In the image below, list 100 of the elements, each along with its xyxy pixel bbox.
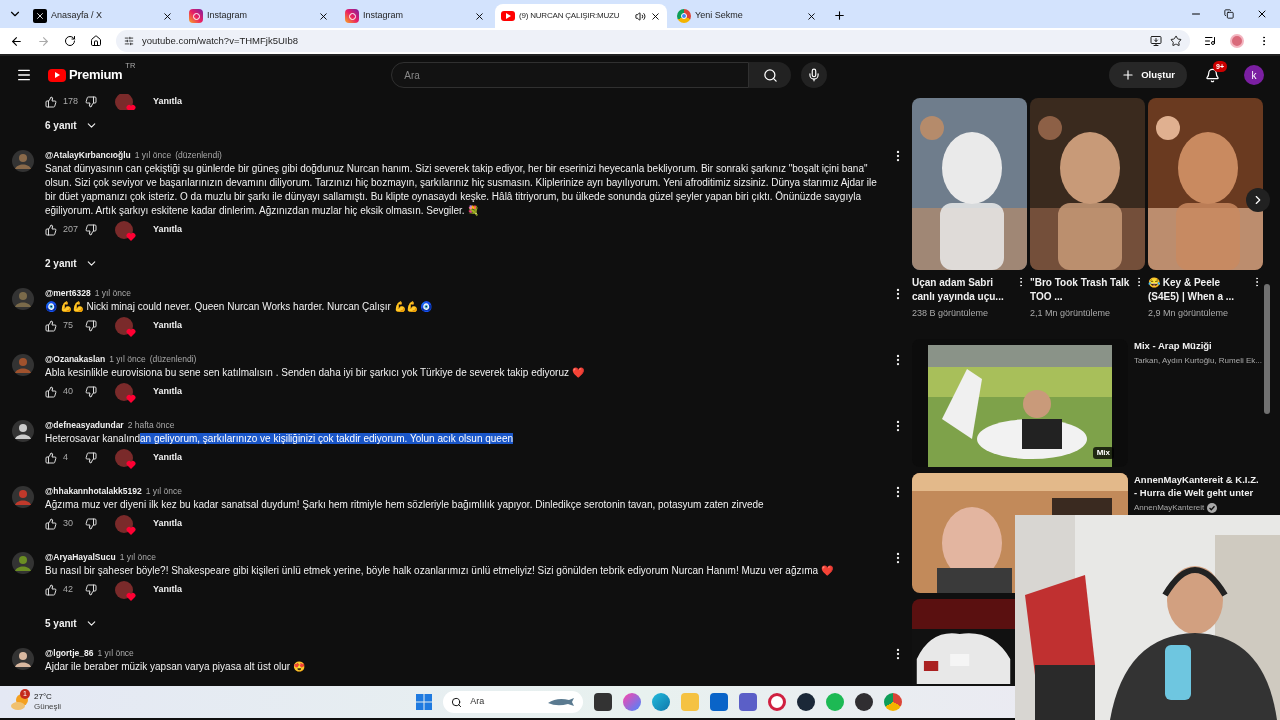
like-icon[interactable] <box>45 518 57 530</box>
like-icon[interactable] <box>45 320 57 332</box>
close-icon[interactable] <box>1256 8 1268 20</box>
browser-tab[interactable]: Yeni Sekme <box>671 4 823 28</box>
comment-time[interactable]: 2 hafta önce <box>127 418 175 432</box>
dislike-icon[interactable] <box>85 518 97 530</box>
youtube-logo-icon[interactable] <box>48 68 66 82</box>
dislike-icon[interactable] <box>85 584 97 596</box>
comment-time[interactable]: 1 yıl önce <box>145 484 183 498</box>
reply-button[interactable]: Yanıtla <box>153 385 182 399</box>
create-button[interactable]: Oluştur <box>1109 62 1187 88</box>
x-logo-icon <box>33 9 47 23</box>
search-button[interactable] <box>749 62 792 88</box>
like-count: 178 <box>63 95 79 109</box>
back-icon[interactable] <box>10 34 23 48</box>
reply-button[interactable]: Yanıtla <box>153 223 182 237</box>
dislike-icon[interactable] <box>85 320 97 332</box>
temperature: 27°C <box>34 692 53 702</box>
task-view-icon[interactable] <box>594 693 613 711</box>
opera-icon[interactable] <box>768 693 787 711</box>
comment-time[interactable]: 1 yıl önce <box>109 352 146 366</box>
search-field[interactable]: Ara <box>391 62 750 88</box>
like-icon[interactable] <box>45 584 57 596</box>
restore-icon[interactable] <box>1224 9 1234 19</box>
voice-search-button[interactable] <box>801 62 828 88</box>
browser-tab[interactable]: (9) NURCAN ÇALIŞIR:MUZU <box>495 4 667 28</box>
teams-icon[interactable] <box>739 693 758 711</box>
new-tab-icon[interactable] <box>833 9 846 22</box>
channel-name[interactable]: Tarkan, Aydın Kurtoğlu, Rumeli Ek... <box>1134 354 1262 367</box>
avatar-icon[interactable] <box>12 648 34 670</box>
steam-icon[interactable] <box>797 693 816 711</box>
dislike-icon[interactable] <box>85 96 97 108</box>
reply-button[interactable]: Yanıtla <box>153 451 182 465</box>
comment-author[interactable]: @lgortje_86 <box>45 646 94 660</box>
like-icon[interactable] <box>45 224 57 236</box>
short-title[interactable]: "Bro Took Trash Talk TOO ... <box>1030 276 1133 304</box>
media-control-icon[interactable] <box>1204 35 1216 47</box>
browser-tab[interactable]: Instagram <box>183 4 335 28</box>
next-button[interactable] <box>1246 188 1270 212</box>
replies-toggle[interactable]: 6 yanıt <box>45 117 98 133</box>
close-tab-icon[interactable] <box>474 10 485 22</box>
like-count: 75 <box>63 319 74 333</box>
reload-icon[interactable] <box>64 35 76 47</box>
close-tab-icon[interactable] <box>650 10 661 22</box>
video-title[interactable]: AnnenMayKantereit & K.I.Z. - Hurra die Welt geht unter <box>1134 472 1262 499</box>
comment-time[interactable]: 1 yıl önce <box>134 148 172 162</box>
reply-button[interactable]: Yanıtla <box>153 583 182 597</box>
avatar-icon[interactable] <box>12 420 34 442</box>
video-title[interactable]: Mix - Arap Müziği <box>1134 338 1262 352</box>
youtube-logo-icon <box>501 11 515 21</box>
copilot-icon[interactable] <box>623 693 642 711</box>
avatar-icon[interactable] <box>12 552 34 574</box>
browser-tab[interactable]: Anasayfa / X <box>27 4 179 28</box>
comment-time[interactable]: 1 yıl önce <box>119 550 157 564</box>
reply-button[interactable]: Yanıtla <box>153 517 182 531</box>
comment-author[interactable]: @AtalayKırbancıoğlu <box>45 148 131 162</box>
outlook-icon[interactable] <box>710 693 729 711</box>
close-tab-icon[interactable] <box>806 10 817 22</box>
menu-icon[interactable] <box>16 67 32 83</box>
comment-author[interactable]: @hhakannhotalakk5192 <box>45 484 142 498</box>
reply-button[interactable]: Yanıtla <box>153 95 182 109</box>
close-tab-icon[interactable] <box>162 10 173 22</box>
comment-text: Sanat dünyasının can çekiştiği şu günlerde bir güneş gibi doğdunuz Nurcan hanım. Sizi severek takip ediyor, her bir eserinizi heyecanla bekliyorum. Bir sonraki şarkınız "boşalt içini bana" olsun. Sizi çok seviyor ve başarılarınızın devamını diliyorum. Tarzınızı hiç bozmayın, şarkılarınız hiç susmasın. Kliplerinize ayrı bayılıyorum. Yeni afroditimiz sizsiniz. Dünya starımız Ajdar ile bir düet yapmanızı çok isteriz. O da muzlu bir şarkı ile dünyayı sallamıştı. Bu klipte oynasaydı keşke. Hâlâ titriyorum, bu ülkede sonunda güzel şeyler yapan biri çıktı. Önünüzde saygıyla eğiliyorum. Artık şarkıyı eskitene kadar dinlerim. Ağzınızdan muzlar hiç eksik olmasın. Sevgiler. 💐 <box>45 162 878 218</box>
replies-toggle[interactable]: 2 yanıt <box>45 255 98 271</box>
comment-author[interactable]: @mert6328 <box>45 286 91 300</box>
comment-author[interactable]: @AryaHayalSucu <box>45 550 116 564</box>
short-title[interactable]: Uçan adam Sabri canlı yayında uçu... <box>912 276 1015 304</box>
replies-toggle[interactable]: 5 yanıt <box>45 615 98 631</box>
short-title[interactable]: 😂 Key & Peele (S4E5) | When a ... <box>1148 276 1251 304</box>
obs-icon[interactable] <box>855 693 874 711</box>
taskbar-search[interactable]: Ara <box>443 691 584 713</box>
comment-author[interactable]: @defneasyadundar <box>45 418 124 432</box>
channel-name[interactable]: AnnenMayKantereit <box>1134 501 1205 514</box>
tab-title: Yeni Sekme <box>695 9 744 23</box>
audio-playing-icon[interactable] <box>635 10 646 22</box>
reply-button[interactable]: Yanıtla <box>153 319 182 333</box>
install-icon[interactable] <box>1150 35 1162 47</box>
dislike-icon[interactable] <box>85 386 97 398</box>
like-icon[interactable] <box>45 452 57 464</box>
close-tab-icon[interactable] <box>318 10 329 22</box>
comment-author[interactable]: @Ozanakaslan <box>45 352 106 366</box>
like-icon[interactable] <box>45 386 57 398</box>
notifications-icon[interactable] <box>1205 67 1220 83</box>
profile-icon[interactable] <box>1230 34 1244 48</box>
dislike-icon[interactable] <box>85 452 97 464</box>
scrollbar-thumb[interactable] <box>1264 284 1270 414</box>
start-icon[interactable] <box>416 694 433 710</box>
browser-tab[interactable]: Instagram <box>339 4 491 28</box>
premium-logo[interactable]: Premium <box>69 65 123 85</box>
comment-time[interactable]: 1 yıl önce <box>94 286 131 300</box>
comment-time[interactable]: 1 yıl önce <box>97 646 134 660</box>
dislike-icon[interactable] <box>85 224 97 236</box>
account-avatar[interactable]: k <box>1244 65 1264 85</box>
edge-icon[interactable] <box>652 693 671 711</box>
site-info-icon[interactable] <box>124 36 134 46</box>
home-icon[interactable] <box>90 35 102 47</box>
chrome-icon[interactable] <box>884 693 903 711</box>
like-icon[interactable] <box>45 96 57 108</box>
address-bar[interactable]: youtube.com/watch?v=THMFjk5UIb8 <box>116 30 1190 52</box>
bookmark-icon[interactable] <box>1170 35 1182 47</box>
